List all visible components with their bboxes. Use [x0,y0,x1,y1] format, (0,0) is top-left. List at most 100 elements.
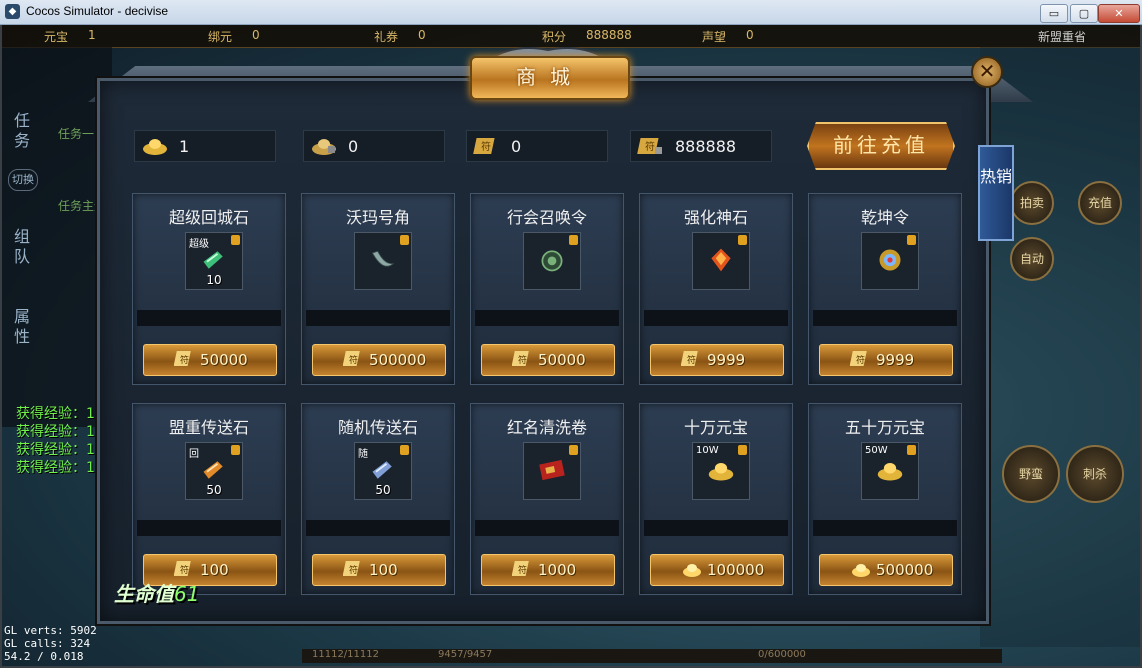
tab-hot-sales[interactable]: 热销 [978,145,1014,241]
currency-value: 0 [511,137,522,156]
buy-button[interactable]: 符 500000 [312,344,446,376]
shop-item-card[interactable]: 十万元宝 10W 100000 [639,403,793,595]
tab-quest[interactable]: 任务 [8,111,36,151]
lock-icon [231,445,240,455]
item-slot[interactable]: 10W [692,442,750,500]
recharge-skill-button[interactable]: 充值 [1078,181,1122,225]
lock-icon [907,445,916,455]
tab-attributes[interactable]: 属性 [8,307,36,347]
debug-calls: GL calls: 324 [4,637,91,650]
maximize-button[interactable]: ▢ [1070,4,1098,23]
item-price: 50000 [200,351,248,369]
shop-item-card[interactable]: 盟重传送石回 50 符 100 [132,403,286,595]
hud-fame-label: 声望 [702,30,727,44]
shop-item-card[interactable]: 红名清洗卷符 1000 [470,403,624,595]
svg-text:符: 符 [687,354,696,366]
auction-button[interactable]: 拍卖 [1010,181,1054,225]
cocos-app-icon: ◆ [5,4,20,19]
item-quantity: 50 [206,483,222,497]
points-icon: 符 [512,351,529,366]
gold-ingot-icon [683,564,701,577]
buy-button[interactable]: 符 9999 [650,344,784,376]
svg-text:符: 符 [856,354,865,366]
item-name: 乾坤令 [860,208,909,227]
hud-bound-value: 0 [252,28,260,42]
quest-entry[interactable]: 任务一 [58,125,94,142]
skill-assassinate[interactable]: 刺杀 [1066,445,1124,503]
item-price: 100 [200,561,229,579]
item-slot[interactable]: 超级 10 [185,232,243,290]
item-name: 强化神石 [683,208,748,227]
item-tag: 回 [189,449,199,460]
lock-icon [738,445,747,455]
shop-item-card[interactable]: 沃玛号角符 500000 [301,193,455,385]
item-slot[interactable] [354,232,412,290]
item-slot[interactable]: 回 50 [185,442,243,500]
buy-button[interactable]: 符 9999 [819,344,953,376]
points-icon: 符 [343,351,360,366]
blue-scroll-icon [372,461,392,479]
shop-item-card[interactable]: 强化神石符 9999 [639,193,793,385]
lock-icon [400,445,409,455]
hud-bound-label: 绑元 [208,30,233,44]
item-slot[interactable]: 50W [861,442,919,500]
currency-value: 0 [348,137,359,156]
item-desc-band [306,520,450,536]
hud-voucher-label: 礼券 [374,30,399,44]
hp-readout: 11112/11112 [312,649,379,660]
item-slot[interactable] [523,442,581,500]
item-quantity: 50 [375,483,391,497]
shop-item-card[interactable]: 乾坤令符 9999 [808,193,962,385]
item-slot[interactable] [861,232,919,290]
shop-title: 商城 [516,65,584,89]
buy-button[interactable]: 符 50000 [481,344,615,376]
buy-button[interactable]: 100000 [650,554,784,586]
guild-token-icon [541,250,563,272]
switch-button[interactable]: 切换 [8,169,38,191]
exp-readout: 0/600000 [758,649,806,660]
currency-value: 888888 [675,137,737,156]
skill-savage[interactable]: 野蛮 [1002,445,1060,503]
points-icon: 符 [850,351,867,366]
item-slot[interactable]: 随 50 [354,442,412,500]
item-price: 100 [369,561,398,579]
server-name: 新盟重省 [1038,30,1087,44]
shop-close-button[interactable]: ✕ [971,56,1003,88]
buy-button[interactable]: 符 1000 [481,554,615,586]
item-tag: 超级 [189,239,209,250]
gold-ingot-icon [708,463,734,481]
shop-item-card[interactable]: 随机传送石随 50 符 100 [301,403,455,595]
svg-text:符: 符 [518,564,527,576]
item-slot[interactable] [523,232,581,290]
shop-item-card[interactable]: 超级回城石 超级 10 符 50000 [132,193,286,385]
item-desc-band [644,520,788,536]
recharge-button[interactable]: 前往充值 [807,122,955,170]
left-side-panel: 任务 切换 组队 属性 任务一 任务主道 [2,47,112,427]
shop-item-card[interactable]: 行会召唤令符 50000 [470,193,624,385]
item-price: 500000 [369,351,427,369]
minimize-button[interactable]: ▭ [1040,4,1068,23]
horn-icon [371,250,394,267]
buy-button[interactable]: 符 100 [312,554,446,586]
auto-button[interactable]: 自动 [1010,237,1054,281]
item-price: 100000 [707,561,765,579]
svg-text:符: 符 [518,354,527,366]
close-window-button[interactable]: ✕ [1098,4,1140,23]
tab-team[interactable]: 组队 [8,227,36,267]
hud-fame-value: 0 [746,28,754,42]
gold-ingot-icon [877,463,903,481]
svg-text:符: 符 [481,140,491,153]
window-titlebar: ◆ Cocos Simulator - decivise ▭ ▢ ✕ [0,0,1142,25]
item-tag: 10W [696,445,719,456]
amulet-icon [879,249,901,271]
item-slot[interactable] [692,232,750,290]
buy-button[interactable]: 500000 [819,554,953,586]
item-name: 红名清洗卷 [506,418,587,437]
lock-icon [231,235,240,245]
item-desc-band [137,520,281,536]
item-desc-band [475,310,619,326]
shop-item-card[interactable]: 五十万元宝 50W 500000 [808,403,962,595]
buy-button[interactable]: 符 50000 [143,344,277,376]
lock-icon [907,235,916,245]
item-price: 9999 [707,351,746,369]
